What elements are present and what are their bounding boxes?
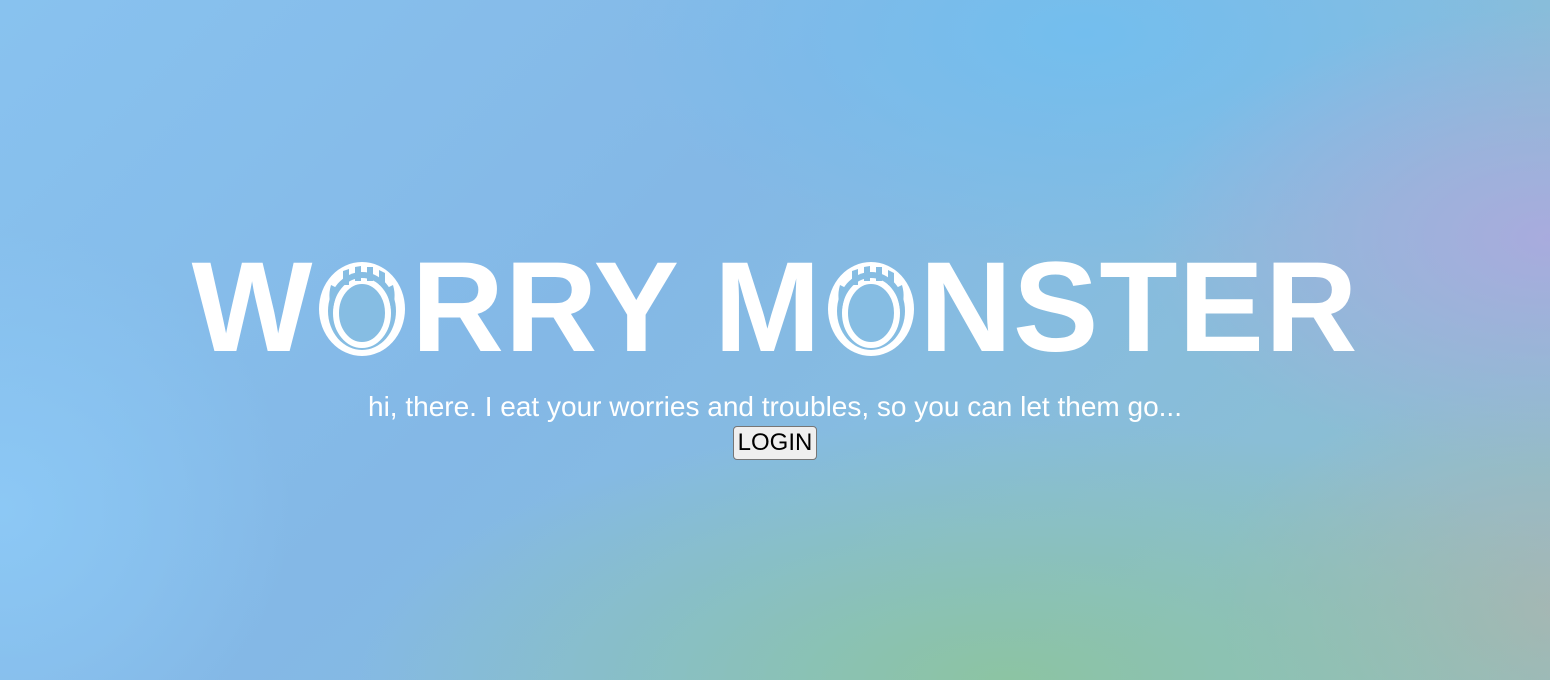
- title-letter-w: W: [191, 236, 314, 379]
- tagline: hi, there. I eat your worries and troubl…: [368, 391, 1182, 422]
- monster-mouth-icon: [822, 255, 920, 359]
- title-letters-rry: RRY: [411, 236, 680, 379]
- login-button[interactable]: LOGIN: [732, 426, 818, 460]
- hero: W RRY M NSTER hi, there. I eat your worri…: [0, 244, 1550, 460]
- title-letter-m: M: [713, 236, 822, 379]
- monster-mouth-icon: [313, 255, 411, 359]
- app-title: W RRY M NSTER: [0, 244, 1550, 372]
- title-word-worry: W RRY: [192, 244, 680, 372]
- title-word-monster: M NSTER: [714, 244, 1358, 372]
- title-letters-nster: NSTER: [919, 236, 1359, 379]
